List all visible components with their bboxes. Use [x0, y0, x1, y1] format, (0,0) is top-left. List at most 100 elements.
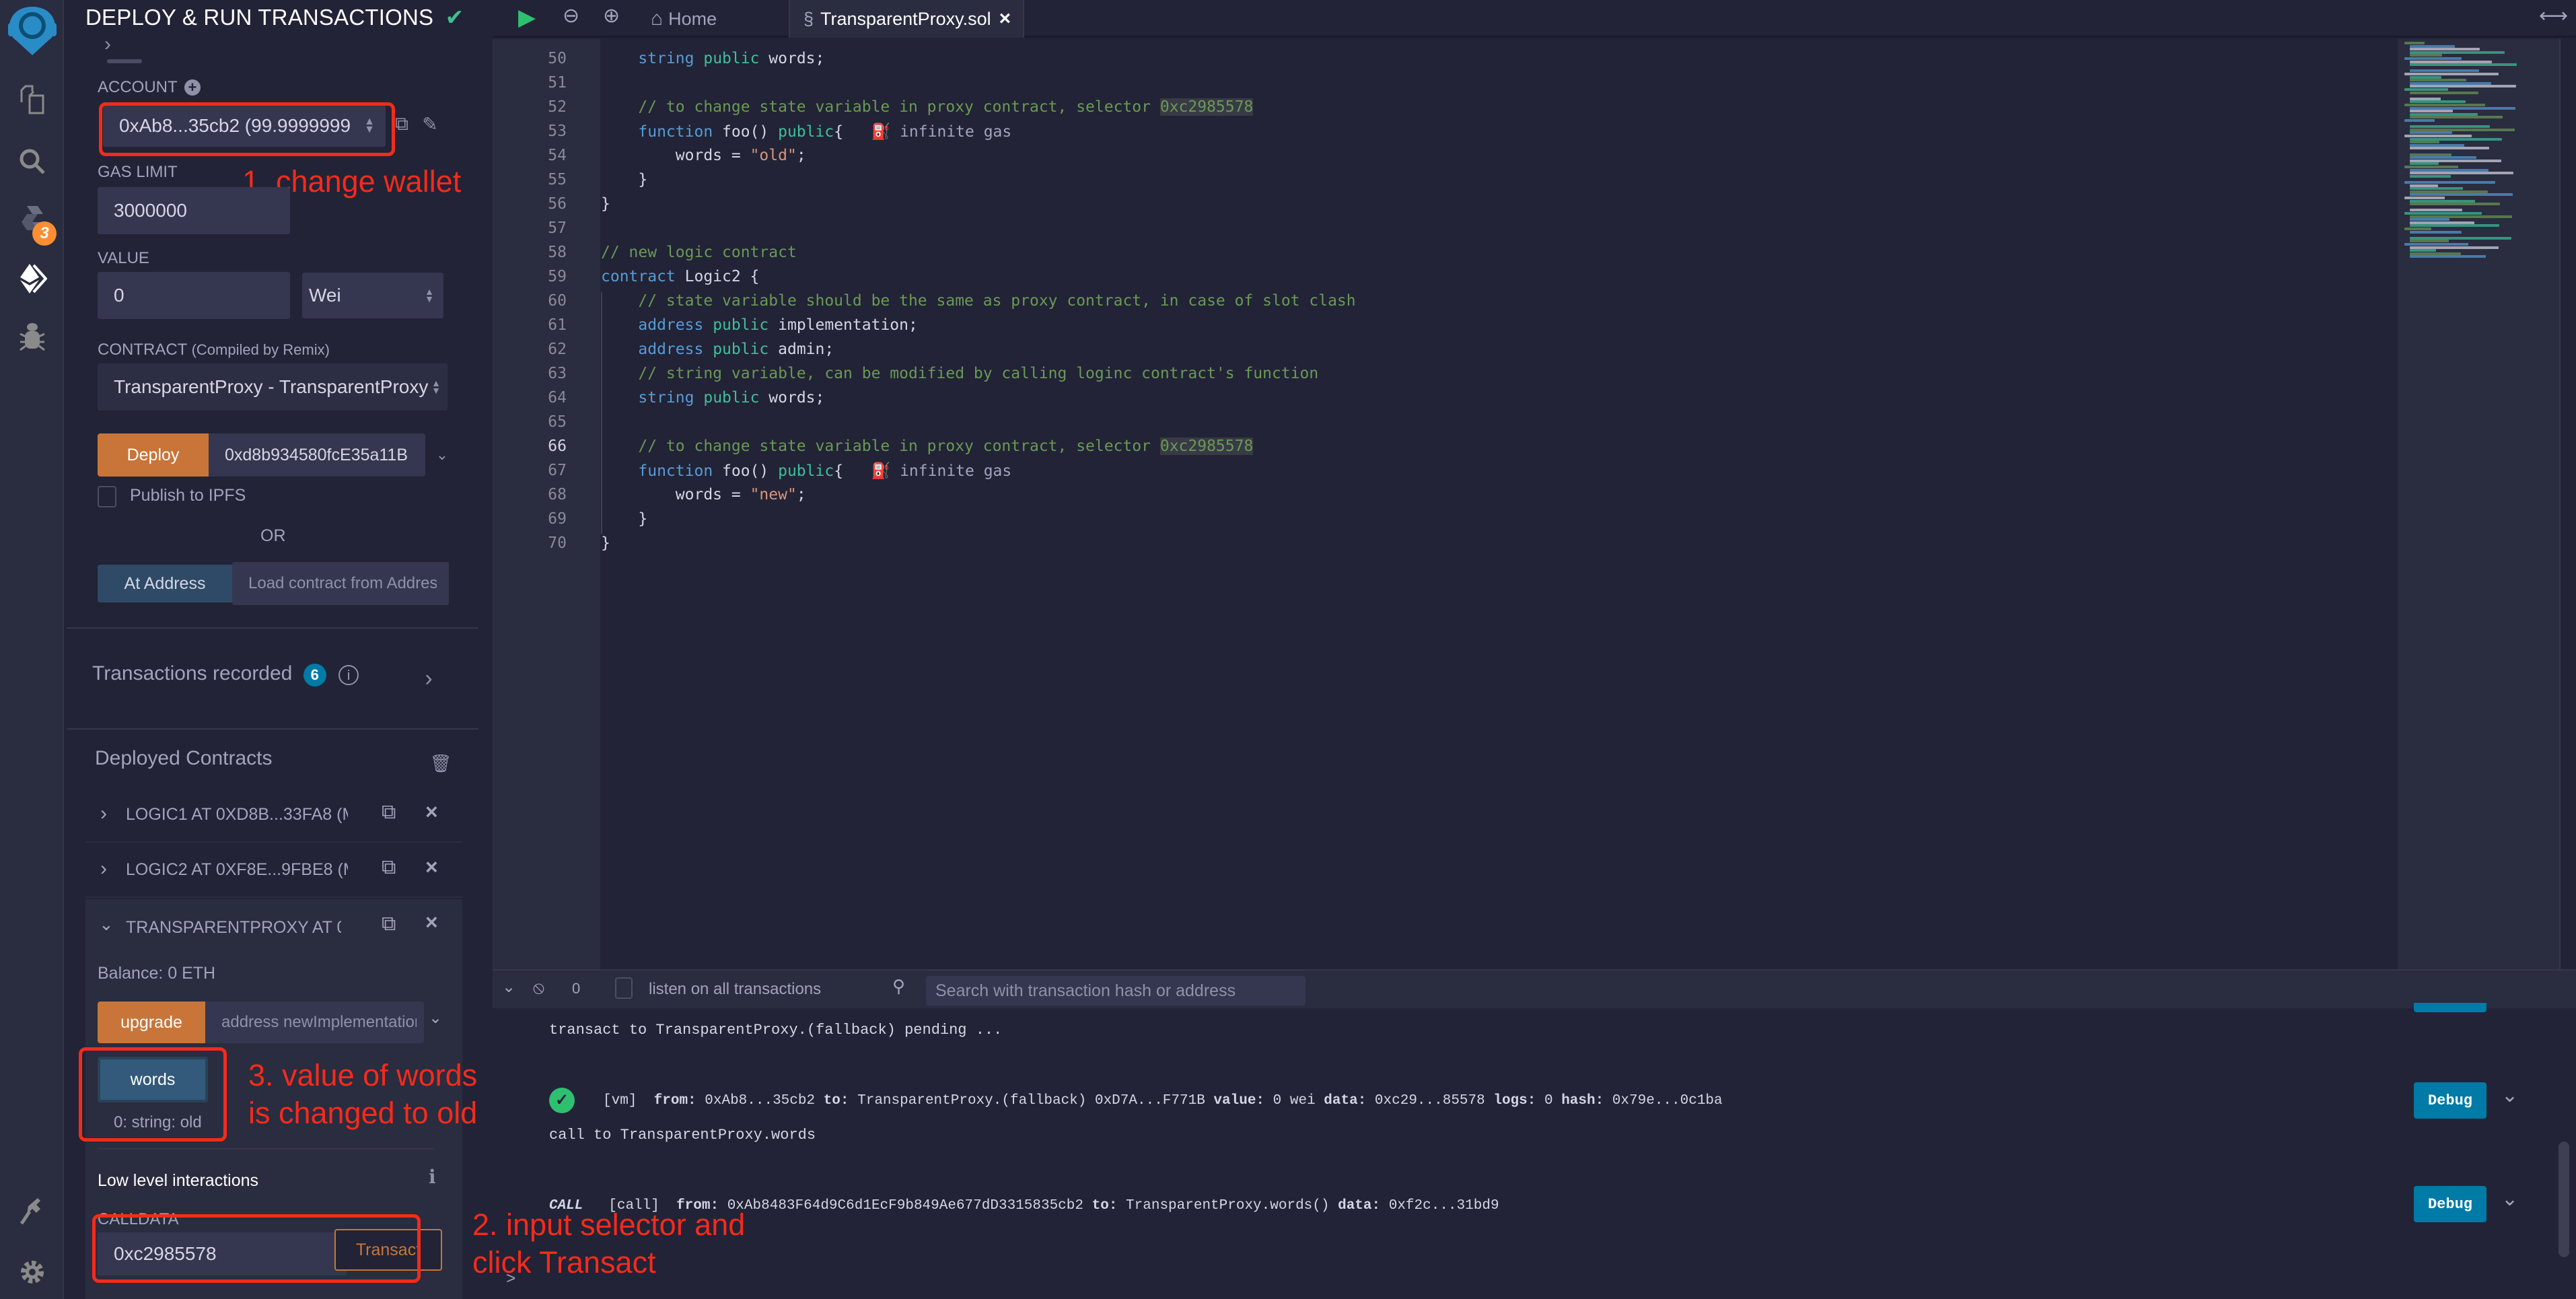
copy-icon[interactable]: ⧉ — [382, 913, 396, 936]
drag-handle[interactable] — [107, 59, 142, 63]
debug-button[interactable]: Debug — [2414, 1186, 2486, 1222]
check-icon: ✔ — [445, 5, 464, 30]
chevron-down-icon[interactable]: ⌄ — [99, 914, 114, 935]
trash-icon[interactable]: 🗑 — [429, 751, 453, 775]
add-account-icon[interactable]: + — [184, 79, 201, 96]
at-address-input[interactable]: Load contract from Address — [232, 562, 449, 605]
code-token: public — [703, 389, 760, 407]
minimap-line — [2404, 104, 2485, 106]
minimap-line — [2410, 240, 2449, 243]
upgrade-input[interactable]: address newImplementation — [205, 1002, 424, 1043]
code-line: } — [601, 534, 610, 552]
code-editor[interactable]: string public words; // to change state … — [601, 39, 2398, 969]
search-icon[interactable] — [0, 141, 64, 182]
code-token: foo() — [713, 123, 779, 141]
code-token: // state variable should be the same as … — [638, 292, 1356, 310]
tx-summary-line[interactable]: [vm] from: 0xAb8...35cb2 to: Transparent… — [603, 1093, 1723, 1109]
minimap[interactable] — [2398, 39, 2561, 969]
data-value: 0xc29...85578 — [1374, 1093, 1485, 1109]
zoom-in-icon[interactable]: ⊕ — [603, 4, 620, 28]
solidity-file-icon: § — [803, 8, 814, 29]
annotation-box-3 — [79, 1047, 227, 1142]
chevron-down-icon[interactable]: ⌄ — [2501, 1187, 2518, 1211]
chevron-right-icon[interactable]: › — [100, 857, 107, 880]
low-level-label: Low level interactions — [98, 1171, 259, 1190]
zoom-out-icon[interactable]: ⊖ — [563, 4, 579, 28]
deploy-args-input[interactable]: 0xd8b934580fcE35a11B — [209, 433, 425, 477]
copy-icon[interactable]: ⧉ — [382, 801, 396, 824]
debug-button-partial[interactable] — [2414, 1003, 2486, 1012]
chevron-right-icon[interactable]: › — [415, 665, 442, 692]
chevron-down-icon[interactable]: ⌄ — [429, 442, 456, 468]
publish-ipfs-checkbox[interactable] — [98, 486, 116, 507]
tx-recorded-row[interactable]: Transactions recorded 6 i — [92, 662, 359, 687]
line-number: 66 — [548, 437, 567, 455]
listen-checkbox[interactable] — [615, 977, 633, 999]
plug-icon[interactable] — [0, 1191, 64, 1232]
deploy-button[interactable]: Deploy — [98, 433, 209, 477]
minimap-line — [2410, 193, 2513, 197]
balance-label: Balance: 0 ETH — [98, 964, 216, 983]
solidity-icon[interactable]: 3 — [0, 199, 64, 246]
code-token: words = — [601, 486, 750, 503]
chevron-down-icon[interactable]: ⌄ — [2501, 1084, 2518, 1107]
close-icon[interactable]: × — [425, 800, 438, 824]
chevron-right-icon[interactable]: › — [100, 802, 107, 825]
value-unit-select[interactable]: Wei ▲ ▼ — [302, 273, 443, 318]
deploy-run-panel: DEPLOY & RUN TRANSACTIONS ✔ › ACCOUNT + … — [65, 0, 493, 1299]
files-icon[interactable] — [0, 79, 64, 120]
logs-label: logs: — [1493, 1093, 1536, 1109]
minimap-line — [2410, 168, 2489, 172]
chevron-down-icon[interactable]: ⌄ — [429, 1008, 442, 1028]
value-input[interactable]: 0 — [98, 272, 290, 319]
or-label: OR — [260, 526, 286, 545]
contract-name: LOGIC2 AT 0XF8E...9FBE8 (MEMORY) — [126, 860, 348, 879]
minimap-line — [2410, 48, 2480, 51]
gear-icon[interactable] — [0, 1252, 64, 1292]
info-icon[interactable]: i — [429, 1166, 436, 1188]
debug-button[interactable]: Debug — [2414, 1082, 2486, 1119]
close-icon[interactable]: × — [425, 910, 438, 935]
divider — [67, 728, 478, 730]
minimap-line — [2410, 249, 2436, 252]
contract-name: TRANSPARENTPROXY AT 0XD7A...F771B (MEMOR… — [126, 918, 341, 937]
minimap-line — [2410, 199, 2475, 203]
contract-select[interactable]: TransparentProxy - TransparentProxy ▲ ▼ — [98, 363, 448, 411]
upgrade-button[interactable]: upgrade — [98, 1002, 205, 1043]
chevron-right-icon[interactable]: › — [104, 33, 111, 55]
listen-label: listen on all transactions — [649, 980, 822, 998]
terminal-search-input[interactable]: Search with transaction hash or address — [926, 976, 1305, 1006]
tab-transparentproxy[interactable]: § TransparentProxy.sol × — [789, 0, 1024, 38]
bug-icon[interactable] — [0, 316, 64, 357]
copy-icon[interactable]: ⧉ — [382, 856, 396, 879]
clear-console-icon[interactable]: ⦸ — [533, 977, 544, 999]
ethereum-icon[interactable] — [0, 256, 64, 303]
collapse-terminal-icon[interactable]: ⌄ — [502, 977, 515, 997]
resize-icon[interactable]: ⟷ — [2539, 4, 2568, 28]
gas-limit-input[interactable]: 3000000 — [98, 187, 290, 234]
deployed-contract-row[interactable]: › LOGIC1 AT 0XD8B...33FA8 (MEMORY) ⧉ × — [85, 789, 462, 843]
minimap-line — [2410, 75, 2441, 79]
code-token: "old" — [750, 147, 797, 164]
deployed-contract-row[interactable]: › LOGIC2 AT 0XF8E...9FBE8 (MEMORY) ⧉ × — [85, 844, 462, 898]
terminal-scrollbar[interactable] — [2559, 1142, 2569, 1257]
minimap-line — [2410, 236, 2511, 240]
code-token: public — [703, 50, 760, 67]
tab-home[interactable]: ⌂ Home — [651, 0, 717, 38]
code-token: words; — [759, 50, 825, 67]
to-label: to: — [823, 1093, 849, 1109]
close-icon[interactable]: × — [425, 855, 438, 880]
at-address-button[interactable]: At Address — [98, 565, 232, 602]
logs-value: 0 — [1544, 1093, 1553, 1109]
run-icon[interactable]: ▶ — [518, 4, 536, 31]
info-icon[interactable]: i — [338, 665, 359, 685]
minimap-line — [2410, 230, 2462, 234]
close-tab-icon[interactable]: × — [999, 7, 1011, 30]
to-value: TransparentProxy.words() — [1126, 1198, 1330, 1214]
code-line: function foo() public{ ⛽ infinite gas — [601, 462, 1011, 480]
remix-logo-icon[interactable] — [0, 4, 64, 58]
edit-icon[interactable]: ✎ — [417, 110, 443, 137]
